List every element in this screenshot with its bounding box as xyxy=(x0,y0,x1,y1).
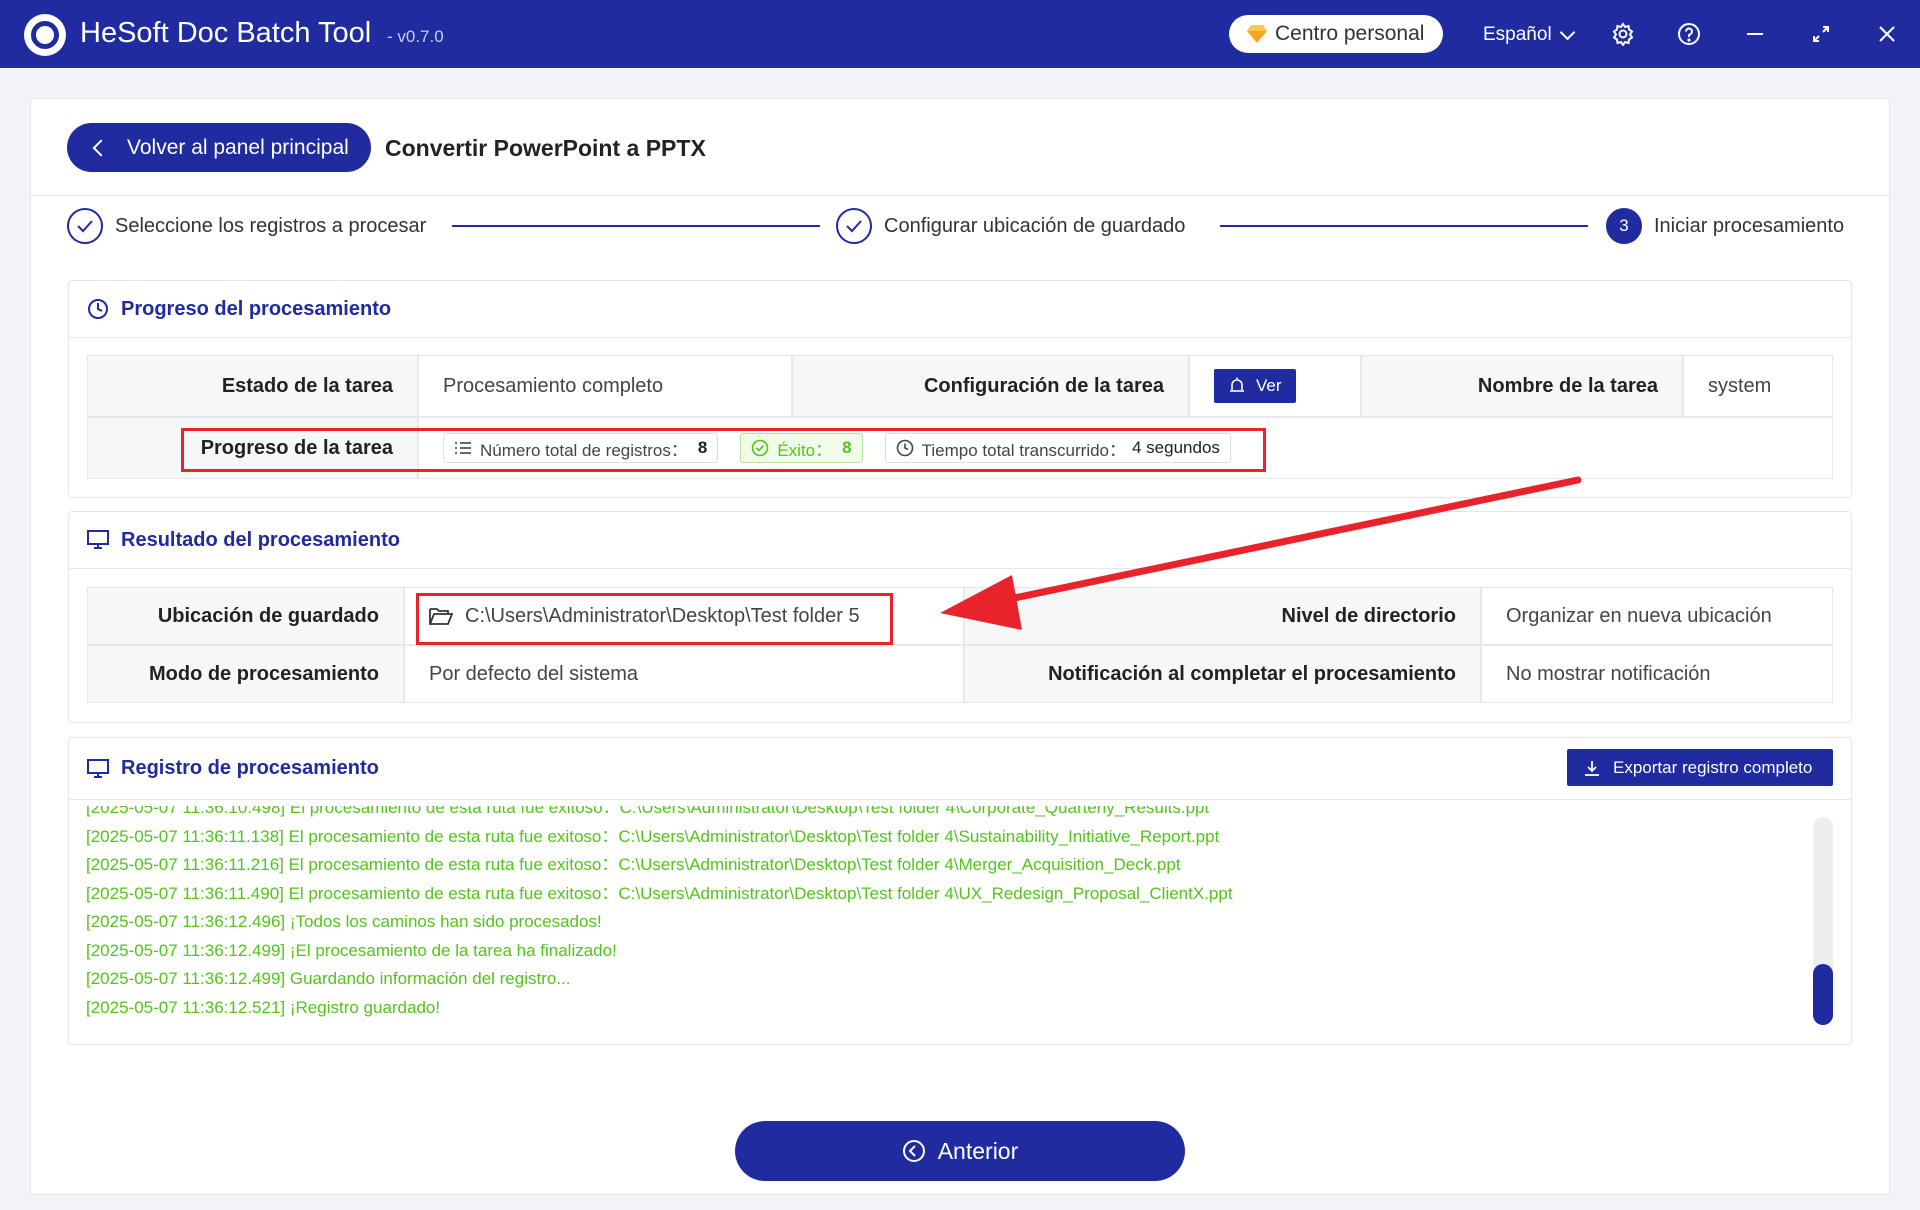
log-line: [2025-05-07 11:36:12.499] Guardando info… xyxy=(86,969,571,988)
task-config-label: Configuración de la tarea xyxy=(792,355,1189,417)
maximize-icon[interactable] xyxy=(1807,20,1835,48)
close-icon[interactable] xyxy=(1873,20,1901,48)
result-card-header: Resultado del procesamiento xyxy=(69,512,1851,569)
completion-notification-value: No mostrar notificación xyxy=(1481,645,1833,703)
log-scrollbar-thumb[interactable] xyxy=(1813,964,1833,1025)
log-line: [2025-05-07 11:36:12.496] ¡Todos los cam… xyxy=(86,912,602,931)
download-icon xyxy=(1585,760,1599,776)
highlight-box-progress xyxy=(181,428,1266,472)
save-location-label: Ubicación de guardado xyxy=(87,587,404,645)
log-line: [2025-05-07 11:36:10.498] El procesamien… xyxy=(86,806,1210,817)
step-label: Iniciar procesamiento xyxy=(1654,214,1845,237)
step-start-processing: 3 Iniciar procesamiento xyxy=(1606,208,1844,244)
diamond-icon xyxy=(1247,25,1267,43)
language-selector[interactable]: Español xyxy=(1483,24,1575,46)
personal-center-label: Centro personal xyxy=(1275,22,1425,45)
log-line: [2025-05-07 11:36:11.138] El procesamien… xyxy=(86,826,1220,846)
export-full-log-button[interactable]: Exportar registro completo xyxy=(1567,749,1833,786)
log-section-title: Registro de procesamiento xyxy=(121,757,379,779)
step-configure-location: Configurar ubicación de guardado xyxy=(836,208,1185,244)
clock-icon xyxy=(88,299,108,319)
completion-notification-label: Notificación al completar el procesamien… xyxy=(964,645,1481,703)
step-select-records: Seleccione los registros a procesar xyxy=(67,208,426,244)
language-label: Español xyxy=(1483,24,1552,45)
progress-card-header: Progreso del procesamiento xyxy=(69,281,1851,338)
step-label: Seleccione los registros a procesar xyxy=(115,214,427,237)
export-button-label: Exportar registro completo xyxy=(1613,757,1813,777)
log-line: [2025-05-07 11:36:11.490] El procesamien… xyxy=(86,883,1233,903)
app-logo-icon xyxy=(24,14,66,56)
processing-mode-value: Por defecto del sistema xyxy=(404,645,964,703)
task-status-label: Estado de la tarea xyxy=(87,355,418,417)
settings-gear-icon[interactable] xyxy=(1609,20,1637,48)
log-list[interactable]: [2025-05-07 11:36:10.498] El procesamien… xyxy=(86,806,1786,1034)
task-config-value-cell: Ver xyxy=(1189,355,1361,417)
step-number-badge: 3 xyxy=(1606,208,1642,244)
app-title: HeSoft Doc Batch Tool xyxy=(80,17,372,49)
previous-button-label: Anterior xyxy=(937,1137,1019,1164)
chevron-down-icon xyxy=(1559,24,1575,40)
personal-center-button[interactable]: Centro personal xyxy=(1229,15,1443,53)
step-connector xyxy=(452,225,820,227)
help-icon[interactable] xyxy=(1675,20,1703,48)
task-name-value: system xyxy=(1683,355,1833,417)
directory-level-label: Nivel de directorio xyxy=(964,587,1481,645)
progress-section-title: Progreso del procesamiento xyxy=(121,297,392,320)
check-circle-icon xyxy=(67,208,103,244)
monitor-icon xyxy=(87,530,109,549)
step-label: Configurar ubicación de guardado xyxy=(884,214,1186,237)
chevron-left-icon xyxy=(92,139,110,156)
previous-button[interactable]: Anterior xyxy=(735,1121,1185,1181)
processing-mode-label: Modo de procesamiento xyxy=(87,645,404,703)
page-title: Convertir PowerPoint a PPTX xyxy=(385,135,706,161)
arrow-left-circle-icon xyxy=(902,1140,925,1162)
header-divider xyxy=(31,195,1889,196)
result-section-title: Resultado del procesamiento xyxy=(121,528,400,551)
directory-level-value: Organizar en nueva ubicación xyxy=(1481,587,1833,645)
task-name-label: Nombre de la tarea xyxy=(1361,355,1683,417)
back-to-dashboard-button[interactable]: Volver al panel principal xyxy=(67,123,371,172)
log-line: [2025-05-07 11:36:12.521] ¡Registro guar… xyxy=(86,997,441,1017)
back-button-label: Volver al panel principal xyxy=(127,135,349,159)
check-circle-icon xyxy=(836,208,872,244)
app-version: - v0.7.0 xyxy=(387,27,444,46)
monitor-icon xyxy=(87,758,109,778)
title-bar: HeSoft Doc Batch Tool - v0.7.0 Centro pe… xyxy=(0,0,1920,68)
log-line: [2025-05-07 11:36:12.499] ¡El procesamie… xyxy=(86,940,617,960)
step-connector xyxy=(1220,225,1588,227)
alarm-icon xyxy=(1230,377,1244,392)
view-config-button[interactable]: Ver xyxy=(1214,369,1296,403)
task-status-value: Procesamiento completo xyxy=(418,355,792,417)
highlight-box-save-location xyxy=(416,593,893,645)
view-button-label: Ver xyxy=(1256,376,1282,395)
minimize-icon[interactable] xyxy=(1741,20,1769,48)
log-line: [2025-05-07 11:36:11.216] El procesamien… xyxy=(86,855,1181,874)
